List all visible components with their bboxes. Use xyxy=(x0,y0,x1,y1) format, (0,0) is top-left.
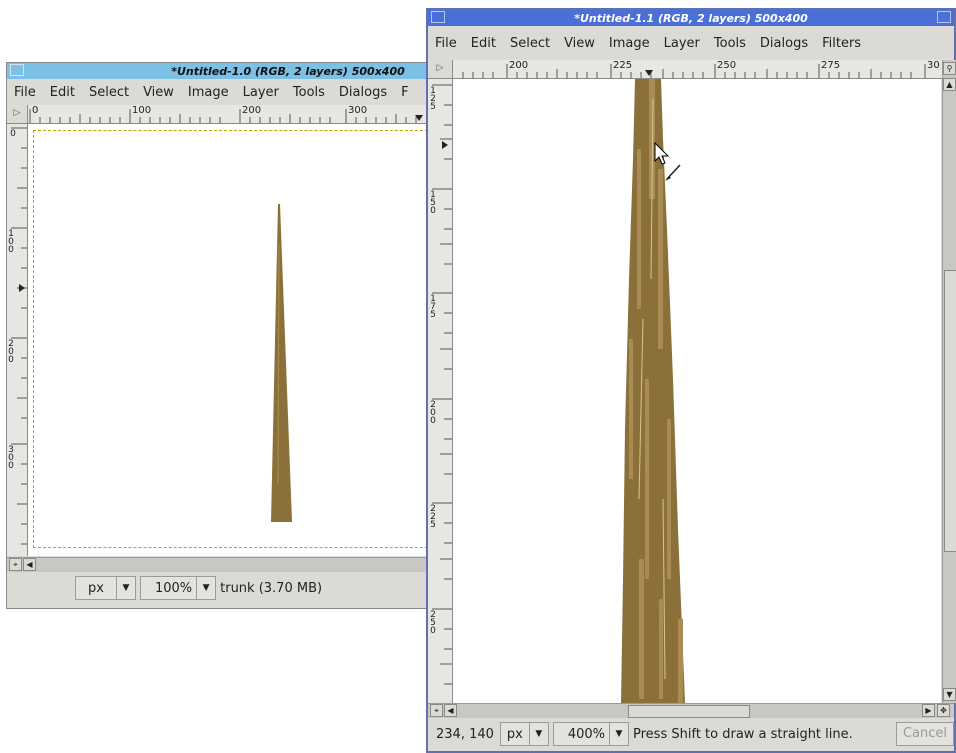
horizontal-ruler[interactable]: 200 225 250 275 30 xyxy=(453,60,954,79)
ruler-label: 300 xyxy=(348,105,368,116)
scroll-down-icon[interactable]: ▼ xyxy=(943,688,956,701)
ruler-label: 100 xyxy=(8,229,14,255)
menu-select[interactable]: Select xyxy=(82,85,136,100)
status-message: trunk (3.70 MB) xyxy=(220,580,323,596)
trunk-drawing xyxy=(271,204,292,522)
scrollbar-thumb[interactable] xyxy=(628,705,750,718)
zoom-value: 100% xyxy=(154,580,193,596)
chevron-down-icon[interactable]: ▼ xyxy=(115,577,135,599)
pointer-coordinates: 234, 140 xyxy=(436,726,494,742)
scroll-left-icon[interactable]: ◀ xyxy=(23,558,36,571)
unit-selector[interactable]: px ▼ xyxy=(499,722,549,746)
ruler-label: 100 xyxy=(132,105,152,116)
window-menu-button[interactable] xyxy=(431,11,445,23)
scroll-up-icon[interactable]: ▲ xyxy=(943,78,956,91)
ruler-label: 275 xyxy=(821,60,841,71)
zoom-selector[interactable]: 400% ▼ xyxy=(552,722,630,746)
ruler-label: 200 xyxy=(242,105,262,116)
horizontal-scrollbar[interactable]: ⌖ ◀ ▶ ✥ xyxy=(428,703,954,718)
ruler-label: 0 xyxy=(10,129,16,139)
chevron-down-icon[interactable]: ▼ xyxy=(196,577,215,599)
menu-layer[interactable]: Layer xyxy=(236,85,286,100)
menu-bar: File Edit Select View Image Layer Tools … xyxy=(428,32,954,54)
zoom-icon[interactable]: ⚲ xyxy=(943,62,956,75)
ruler-label: 200 xyxy=(8,339,14,365)
window-title: *Untitled-1.0 (RGB, 2 layers) 500x400 xyxy=(171,64,405,78)
chevron-down-icon[interactable]: ▼ xyxy=(528,723,548,745)
scrollbar-thumb[interactable] xyxy=(944,270,956,552)
menu-layer[interactable]: Layer xyxy=(657,36,707,51)
menu-file[interactable]: File xyxy=(428,36,464,51)
unit-selector[interactable]: px ▼ xyxy=(75,576,136,600)
menu-file[interactable]: File xyxy=(7,85,43,100)
scroll-right-icon[interactable]: ▶ xyxy=(922,704,935,717)
menu-filters[interactable]: F xyxy=(394,85,415,100)
paintbrush-cursor-icon xyxy=(665,164,681,181)
vertical-scrollbar[interactable]: ⚲ ▲ ▼ xyxy=(942,60,956,703)
ruler-label: 150 xyxy=(430,190,436,216)
menu-bar: File Edit Select View Image Layer Tools … xyxy=(7,81,429,103)
navigate-icon[interactable]: ⌖ xyxy=(430,704,443,717)
menu-edit[interactable]: Edit xyxy=(464,36,503,51)
horizontal-ruler[interactable]: 0 100 200 300 xyxy=(28,105,428,124)
menu-edit[interactable]: Edit xyxy=(43,85,82,100)
menu-view[interactable]: View xyxy=(136,85,181,100)
ruler-label: 250 xyxy=(430,610,436,636)
trunk-drawing xyxy=(621,79,685,703)
unit-value: px xyxy=(506,726,523,742)
navigate-move-icon[interactable]: ✥ xyxy=(937,704,950,717)
window-menu-button[interactable] xyxy=(10,64,24,76)
ruler-label: 225 xyxy=(430,504,436,530)
ruler-label: 125 xyxy=(430,86,436,112)
window-title: *Untitled-1.1 (RGB, 2 layers) 500x400 xyxy=(574,11,808,25)
unit-value: px xyxy=(88,580,104,596)
cancel-button[interactable]: Cancel xyxy=(895,722,954,746)
zoom-value: 400% xyxy=(567,726,606,742)
menu-tools[interactable]: Tools xyxy=(707,36,753,51)
ruler-label: 0 xyxy=(32,105,39,116)
ruler-label: 200 xyxy=(430,400,436,426)
cancel-button-label: Cancel xyxy=(902,726,947,741)
status-bar: px ▼ 100% ▼ trunk (3.70 MB) xyxy=(7,573,429,603)
quick-mask-corner[interactable]: ▷ xyxy=(428,60,453,79)
image-canvas[interactable] xyxy=(28,124,428,556)
menu-image[interactable]: Image xyxy=(181,85,236,100)
scroll-left-icon[interactable]: ◀ xyxy=(444,704,457,717)
image-window-left: *Untitled-1.0 (RGB, 2 layers) 500x400 Fi… xyxy=(6,62,430,609)
image-canvas[interactable] xyxy=(453,79,941,703)
status-message: Press Shift to draw a straight line. xyxy=(633,726,853,742)
ruler-label: 300 xyxy=(8,445,14,471)
window-title-bar[interactable]: *Untitled-1.1 (RGB, 2 layers) 500x400 xyxy=(428,10,954,26)
ruler-label: 225 xyxy=(613,60,633,71)
ruler-label: 250 xyxy=(717,60,737,71)
menu-dialogs[interactable]: Dialogs xyxy=(332,85,394,100)
vertical-ruler[interactable]: 0 100 200 300 xyxy=(7,124,28,556)
menu-dialogs[interactable]: Dialogs xyxy=(753,36,815,51)
menu-tools[interactable]: Tools xyxy=(286,85,332,100)
menu-image[interactable]: Image xyxy=(602,36,657,51)
vertical-ruler[interactable]: 125 150 175 200 225 250 xyxy=(428,79,453,709)
ruler-label: 200 xyxy=(509,60,529,71)
quick-mask-corner[interactable]: ▷ xyxy=(7,105,28,124)
image-window-right: *Untitled-1.1 (RGB, 2 layers) 500x400 Fi… xyxy=(426,8,956,753)
status-bar: 234, 140 px ▼ 400% ▼ Press Shift to draw… xyxy=(428,719,954,749)
ruler-label: 30 xyxy=(927,60,940,71)
menu-filters[interactable]: Filters xyxy=(815,36,868,51)
window-title-bar[interactable]: *Untitled-1.0 (RGB, 2 layers) 500x400 xyxy=(7,63,429,79)
menu-select[interactable]: Select xyxy=(503,36,557,51)
navigate-icon[interactable]: ⌖ xyxy=(9,558,22,571)
zoom-selector[interactable]: 100% ▼ xyxy=(139,576,217,600)
horizontal-scrollbar[interactable]: ⌖ ◀ xyxy=(7,557,428,572)
ruler-ticks xyxy=(29,109,423,123)
chevron-down-icon[interactable]: ▼ xyxy=(609,723,628,745)
ruler-ticks xyxy=(462,64,926,78)
menu-view[interactable]: View xyxy=(557,36,602,51)
window-close-button[interactable] xyxy=(937,11,951,23)
ruler-label: 175 xyxy=(430,294,436,320)
